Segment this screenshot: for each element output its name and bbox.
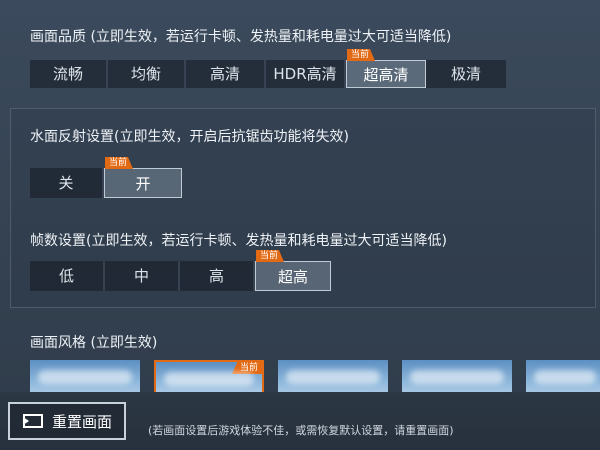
water-title: 水面反射设置(立即生效，开启后抗锯齿功能将失效) <box>30 129 349 145</box>
reset-graphics-button[interactable]: 重置画面 <box>8 402 126 440</box>
quality-option-label: HDR高清 <box>273 65 337 83</box>
quality-option-ultra-hd[interactable]: 当前 超高清 <box>346 49 426 88</box>
quality-option-smooth[interactable]: 流畅 <box>30 60 108 88</box>
fps-option-label: 中 <box>133 267 149 285</box>
fps-option-low[interactable]: 低 <box>30 261 105 291</box>
reset-button-label: 重置画面 <box>52 412 113 431</box>
style-title: 画面风格 (立即生效) <box>30 335 158 351</box>
quality-title: 画面品质 (立即生效，若运行卡顿、发热量和耗电量过大可适当降低) <box>30 29 452 45</box>
fps-option-high[interactable]: 高 <box>180 261 255 291</box>
quality-option-balanced[interactable]: 均衡 <box>108 60 186 88</box>
fps-options: 低 中 高 当前 超高 <box>30 250 331 291</box>
current-badge: 当前 <box>347 49 376 61</box>
quality-option-hd[interactable]: 高清 <box>186 60 266 88</box>
quality-option-label: 流畅 <box>52 65 83 83</box>
fps-option-medium[interactable]: 中 <box>105 261 180 291</box>
reset-icon <box>22 414 43 428</box>
quality-option-label: 超高清 <box>363 66 409 84</box>
fps-option-label: 超高 <box>277 268 308 286</box>
fps-option-label: 高 <box>208 267 224 285</box>
quality-option-label: 极清 <box>450 65 481 83</box>
quality-option-label: 均衡 <box>130 65 161 83</box>
fps-title: 帧数设置(立即生效，若运行卡顿、发热量和耗电量过大可适当降低) <box>30 233 447 249</box>
water-option-off[interactable]: 关 <box>30 168 104 198</box>
current-badge: 当前 <box>231 362 262 374</box>
fps-option-ultra[interactable]: 当前 超高 <box>255 250 331 291</box>
water-option-label: 关 <box>58 174 74 192</box>
water-option-on[interactable]: 当前 开 <box>104 157 182 198</box>
water-option-label: 开 <box>135 175 151 193</box>
quality-option-extreme[interactable]: 极清 <box>426 60 506 88</box>
reset-hint: (若画面设置后游戏体验不佳，或需恢复默认设置，请重置画面) <box>148 424 454 437</box>
quality-options: 流畅 均衡 高清 HDR高清 当前 超高清 极清 <box>30 49 506 88</box>
fps-option-label: 低 <box>58 267 74 285</box>
quality-option-hdr[interactable]: HDR高清 <box>266 60 346 88</box>
quality-option-label: 高清 <box>209 65 240 83</box>
water-options: 关 当前 开 <box>30 157 182 198</box>
